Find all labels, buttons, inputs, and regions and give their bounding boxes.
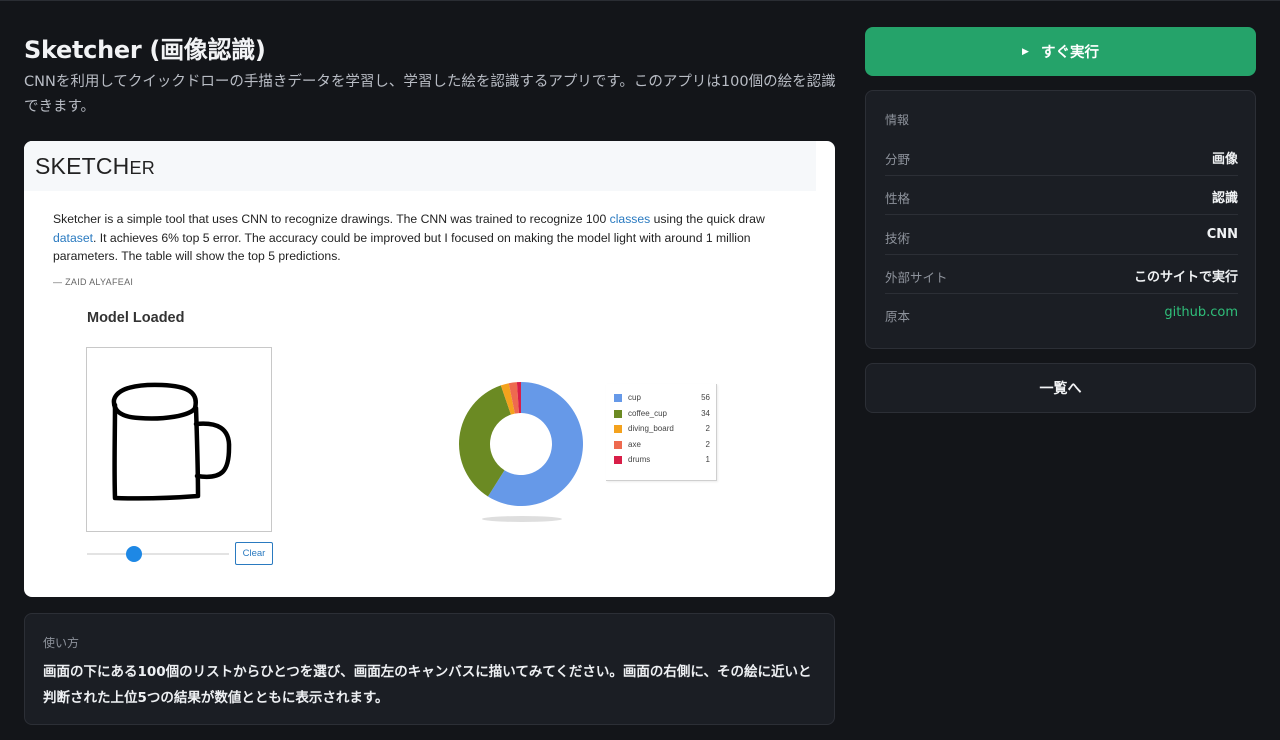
github-link[interactable]: github.com [1164, 305, 1238, 320]
legend-swatch [614, 394, 622, 402]
model-status: Model Loaded [87, 310, 185, 326]
top-divider [0, 0, 1280, 1]
chart-legend: cup 56 coffee_cup 34 diving_board 2 axe 2 drums 1 [606, 384, 717, 481]
info-value: このサイトで実行 [1133, 270, 1238, 285]
legend-label: coffee_cup [628, 408, 667, 418]
app-preview[interactable]: SKETCHER Sketcher is a simple tool that … [24, 141, 835, 597]
chart-shadow [482, 516, 562, 522]
brush-size-slider-handle[interactable] [125, 546, 142, 562]
legend-swatch [614, 456, 622, 464]
drawing-canvas[interactable] [86, 347, 272, 532]
page-description: CNNを利用してクイックドローの手描きデータを学習し、学習した絵を認識するアプリ… [24, 74, 836, 115]
usage-text: 画面の下にある100個のリストからひとつを選び、画面左のキャンバスに描いてみてく… [43, 664, 812, 706]
legend-label: drums [628, 455, 651, 464]
legend-swatch [614, 425, 622, 433]
legend-item: drums 1 [614, 454, 710, 466]
brush-size-slider[interactable] [87, 553, 229, 555]
run-now-button[interactable]: ▶ すぐ実行 [865, 27, 1256, 76]
info-key: 性格 [885, 191, 911, 206]
legend-value: 34 [701, 408, 710, 418]
run-now-label: すぐ実行 [1040, 45, 1099, 61]
info-key: 技術 [885, 231, 911, 246]
page-title: Sketcher (画像認識) [24, 36, 266, 64]
sketcher-header: SKETCHER [24, 141, 816, 191]
info-row-field: 分野 画像 [885, 136, 1238, 176]
clear-button[interactable]: Clear [235, 542, 273, 565]
legend-label: diving_board [628, 424, 674, 433]
legend-item: cup 56 [614, 392, 710, 404]
info-row-external-site: 外部サイト このサイトで実行 [885, 254, 1238, 294]
usage-card: 使い方 画面の下にある100個のリストからひとつを選び、画面左のキャンバスに描い… [24, 613, 835, 725]
prediction-donut-chart [459, 382, 583, 506]
legend-item: axe 2 [614, 439, 710, 451]
info-key: 外部サイト [885, 270, 948, 285]
author-credit: — ZAID ALYAFEAI [53, 277, 134, 287]
legend-swatch [614, 440, 622, 449]
legend-swatch [614, 409, 622, 418]
play-icon: ▶ [1022, 46, 1029, 57]
info-value: 画像 [1211, 152, 1238, 167]
legend-item: diving_board 2 [614, 423, 710, 435]
sketcher-intro: Sketcher is a simple tool that uses CNN … [53, 212, 765, 263]
info-value: CNN [1206, 227, 1238, 242]
legend-item: coffee_cup 34 [614, 408, 710, 420]
info-key: 分野 [885, 152, 911, 167]
info-row-tech: 技術 CNN [885, 215, 1238, 255]
legend-label: axe [628, 439, 641, 449]
info-key: 原本 [885, 309, 911, 324]
info-value: 認識 [1211, 191, 1238, 206]
mug-drawing [111, 382, 232, 501]
legend-value: 56 [701, 393, 710, 402]
legend-value: 2 [705, 424, 710, 433]
info-row-source: 原本 github.com [885, 293, 1238, 333]
sketcher-logo: SKETCHER [35, 153, 155, 179]
info-row-type: 性格 認識 [885, 175, 1238, 215]
info-title: 情報 [885, 113, 910, 127]
info-card: 情報 分野 画像 性格 認識 技術 CNN 外部サイト このサイトで実行 原本 … [865, 90, 1256, 349]
legend-value: 2 [705, 439, 710, 449]
back-to-list-button[interactable]: 一覧へ [865, 363, 1256, 413]
classes-link[interactable]: classes [610, 212, 651, 226]
dataset-link[interactable]: dataset [53, 231, 93, 245]
legend-value: 1 [705, 455, 710, 464]
legend-label: cup [628, 393, 641, 402]
usage-label: 使い方 [43, 636, 80, 650]
